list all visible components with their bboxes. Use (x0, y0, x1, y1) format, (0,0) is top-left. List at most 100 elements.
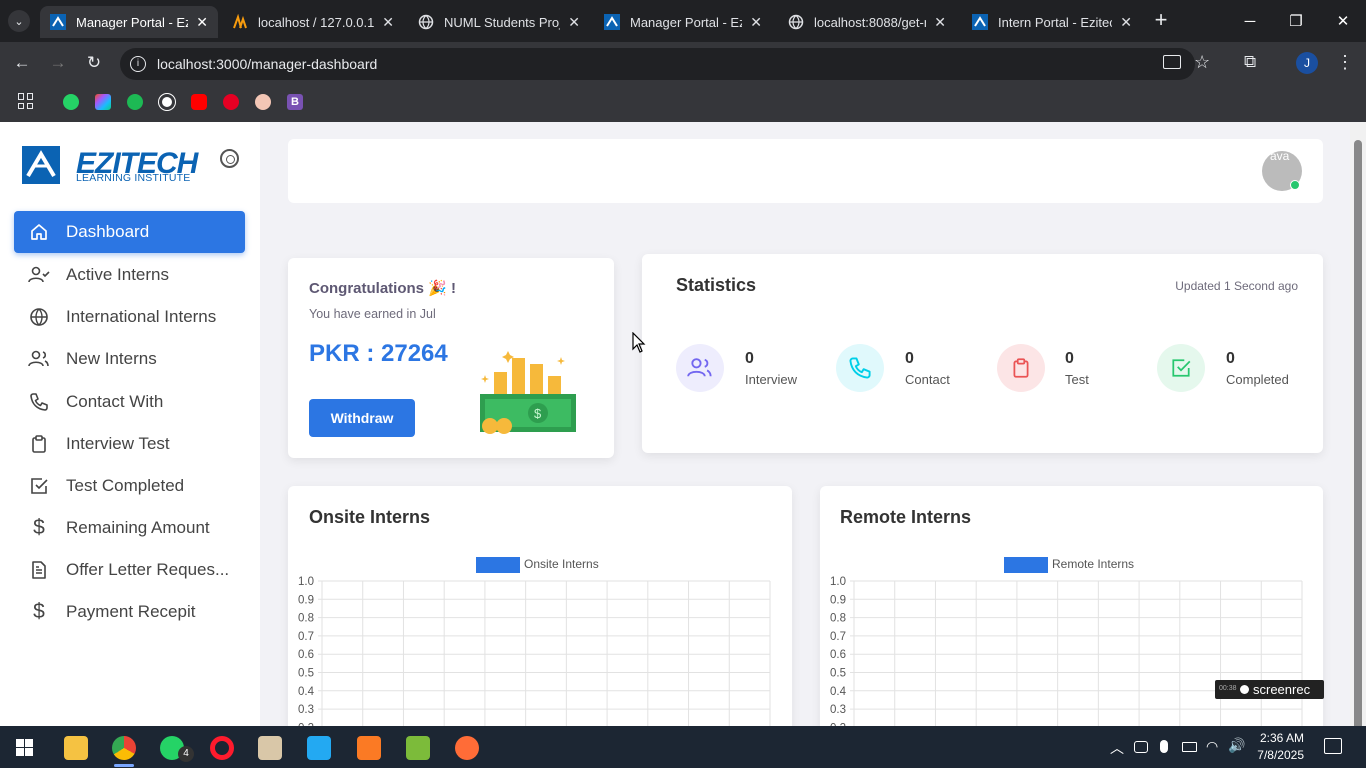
tab-manager-portal-2[interactable]: Manager Portal - Ezit ✕ (594, 6, 772, 38)
opera-icon[interactable] (210, 736, 234, 760)
forward-button[interactable]: → (46, 51, 70, 75)
dollar-icon: $ (33, 516, 45, 539)
ezitech-logo-icon[interactable] (22, 146, 60, 184)
microphone-tray-icon[interactable] (1160, 740, 1168, 753)
tab-search-button[interactable]: ⌄ (8, 10, 30, 32)
install-app-icon[interactable] (1163, 55, 1181, 69)
extensions-icon[interactable]: ⧉ (1244, 52, 1256, 72)
browser-menu-icon[interactable]: ⋮ (1336, 52, 1354, 73)
address-bar[interactable]: i localhost:3000/manager-dashboard (120, 48, 1195, 80)
tab-intern-portal[interactable]: Intern Portal - Ezitech ✕ (962, 6, 1142, 38)
sidebar-item-test-completed[interactable]: Test Completed (14, 465, 245, 507)
battery-tray-icon[interactable] (1182, 742, 1197, 752)
file-explorer-icon[interactable] (64, 736, 88, 760)
clock-date[interactable]: 7/8/2025 (1250, 748, 1304, 762)
sidebar-collapse-toggle[interactable] (220, 149, 239, 168)
sidebar-item-dashboard[interactable]: Dashboard (14, 211, 245, 253)
reload-button[interactable]: ↻ (82, 51, 106, 75)
profile-avatar[interactable]: J (1296, 52, 1318, 74)
avatar-bookmark-icon[interactable] (255, 94, 271, 110)
remote-chart-y-tick-label: 0.5 (830, 668, 846, 680)
sidebar-item-label: Dashboard (66, 222, 150, 241)
apps-grid-icon[interactable] (18, 93, 34, 109)
whatsapp-bookmark-icon[interactable] (63, 94, 79, 110)
onsite-legend-label[interactable]: Onsite Interns (524, 557, 599, 571)
close-icon[interactable]: ✕ (568, 14, 580, 31)
users-icon (28, 348, 50, 370)
phpmyadmin-favicon-icon (232, 14, 248, 30)
ezitech-favicon-icon (972, 14, 988, 30)
sidebar-item-contact-with[interactable]: Contact With (14, 381, 245, 423)
tool-app-icon[interactable] (406, 736, 430, 760)
postman-icon[interactable] (455, 736, 479, 760)
wifi-tray-icon[interactable]: ◠ (1206, 738, 1218, 755)
sidebar-item-label: Active Interns (66, 265, 169, 284)
windows-start-icon[interactable] (16, 739, 33, 756)
tab-phpmyadmin[interactable]: localhost / 127.0.0.1 / ✕ (222, 6, 404, 38)
camera-tray-icon[interactable] (1134, 741, 1148, 753)
remote-chart-title: Remote Interns (840, 507, 972, 527)
xampp-icon[interactable] (357, 736, 381, 760)
svg-text:$: $ (534, 406, 542, 421)
minimize-button[interactable]: ─ (1227, 0, 1273, 42)
congrats-subtitle: You have earned in Jul (309, 307, 436, 321)
onsite-chart-y-tick-label: 0.6 (298, 649, 314, 661)
photos-app-icon[interactable] (258, 736, 282, 760)
youtube-bookmark-icon[interactable] (191, 94, 207, 110)
withdraw-button[interactable]: Withdraw (309, 399, 415, 437)
sidebar-item-payment-receipt[interactable]: $ Payment Recepit (14, 591, 245, 633)
sidebar-item-offer-letter-requests[interactable]: Offer Letter Reques... (14, 549, 245, 591)
sidebar-item-active-interns[interactable]: Active Interns (14, 254, 245, 296)
close-icon[interactable]: ✕ (750, 14, 762, 31)
clipboard-icon (28, 433, 50, 455)
spotify-bookmark-icon[interactable] (127, 94, 143, 110)
dollar-icon: $ (33, 600, 45, 623)
contact-stat-icon (836, 344, 884, 392)
sidebar-item-international-interns[interactable]: International Interns (14, 296, 245, 338)
chrome-active-indicator (114, 764, 134, 767)
scrollbar-thumb[interactable] (1354, 140, 1362, 750)
sidebar-item-label: Contact With (66, 392, 164, 411)
tab-title: NUML Students Proje (444, 14, 561, 30)
sidebar-item-interview-test[interactable]: Interview Test (14, 423, 245, 465)
new-tab-button[interactable]: + (1150, 8, 1172, 34)
tray-overflow-icon[interactable]: ︿ (1110, 738, 1124, 758)
globe-favicon-icon (788, 14, 804, 30)
close-icon[interactable]: ✕ (934, 14, 946, 31)
bootstrap-bookmark-icon[interactable]: B (287, 94, 303, 110)
remote-chart-y-tick-label: 1.0 (830, 576, 846, 588)
url-text: localhost:3000/manager-dashboard (157, 56, 378, 72)
tab-numl-students[interactable]: NUML Students Proje ✕ (408, 6, 590, 38)
test-label: Test (1065, 372, 1089, 387)
clock-time[interactable]: 2:36 AM (1258, 731, 1304, 745)
sidebar-item-new-interns[interactable]: New Interns (14, 338, 245, 380)
tab-localhost-8088[interactable]: localhost:8088/get-m ✕ (778, 6, 956, 38)
tab-title: Manager Portal - Ezit (76, 14, 189, 30)
tab-strip: ⌄ Manager Portal - Ezit ✕ localhost / 12… (0, 0, 1366, 42)
figma-bookmark-icon[interactable] (95, 94, 111, 110)
whatsapp-badge: 4 (178, 746, 194, 762)
restore-button[interactable]: ❐ (1273, 0, 1319, 42)
sidebar-item-remaining-amount[interactable]: $ Remaining Amount (14, 507, 245, 549)
volume-tray-icon[interactable]: 🔊 (1228, 737, 1245, 754)
openai-bookmark-icon[interactable] (159, 94, 175, 110)
close-icon[interactable]: ✕ (196, 14, 208, 31)
back-button[interactable]: ← (10, 51, 34, 75)
earned-amount: PKR : 27264 (309, 340, 448, 367)
vscode-icon[interactable] (307, 736, 331, 760)
bookmark-star-icon[interactable]: ☆ (1194, 52, 1210, 73)
page-scrollbar[interactable] (1350, 122, 1366, 750)
chrome-icon[interactable] (112, 736, 136, 760)
remote-chart-y-tick-label: 0.3 (830, 704, 846, 716)
site-info-icon[interactable]: i (130, 56, 146, 72)
tab-manager-portal[interactable]: Manager Portal - Ezit ✕ (40, 6, 218, 38)
statistics-title: Statistics (676, 275, 757, 295)
completed-stat-icon (1157, 344, 1205, 392)
pinterest-bookmark-icon[interactable] (223, 94, 239, 110)
close-window-button[interactable]: ✕ (1320, 0, 1366, 42)
close-icon[interactable]: ✕ (1120, 14, 1132, 31)
notification-center-icon[interactable] (1324, 738, 1342, 754)
record-dot-icon (1240, 685, 1249, 694)
remote-legend-label[interactable]: Remote Interns (1052, 557, 1134, 571)
close-icon[interactable]: ✕ (382, 14, 394, 31)
